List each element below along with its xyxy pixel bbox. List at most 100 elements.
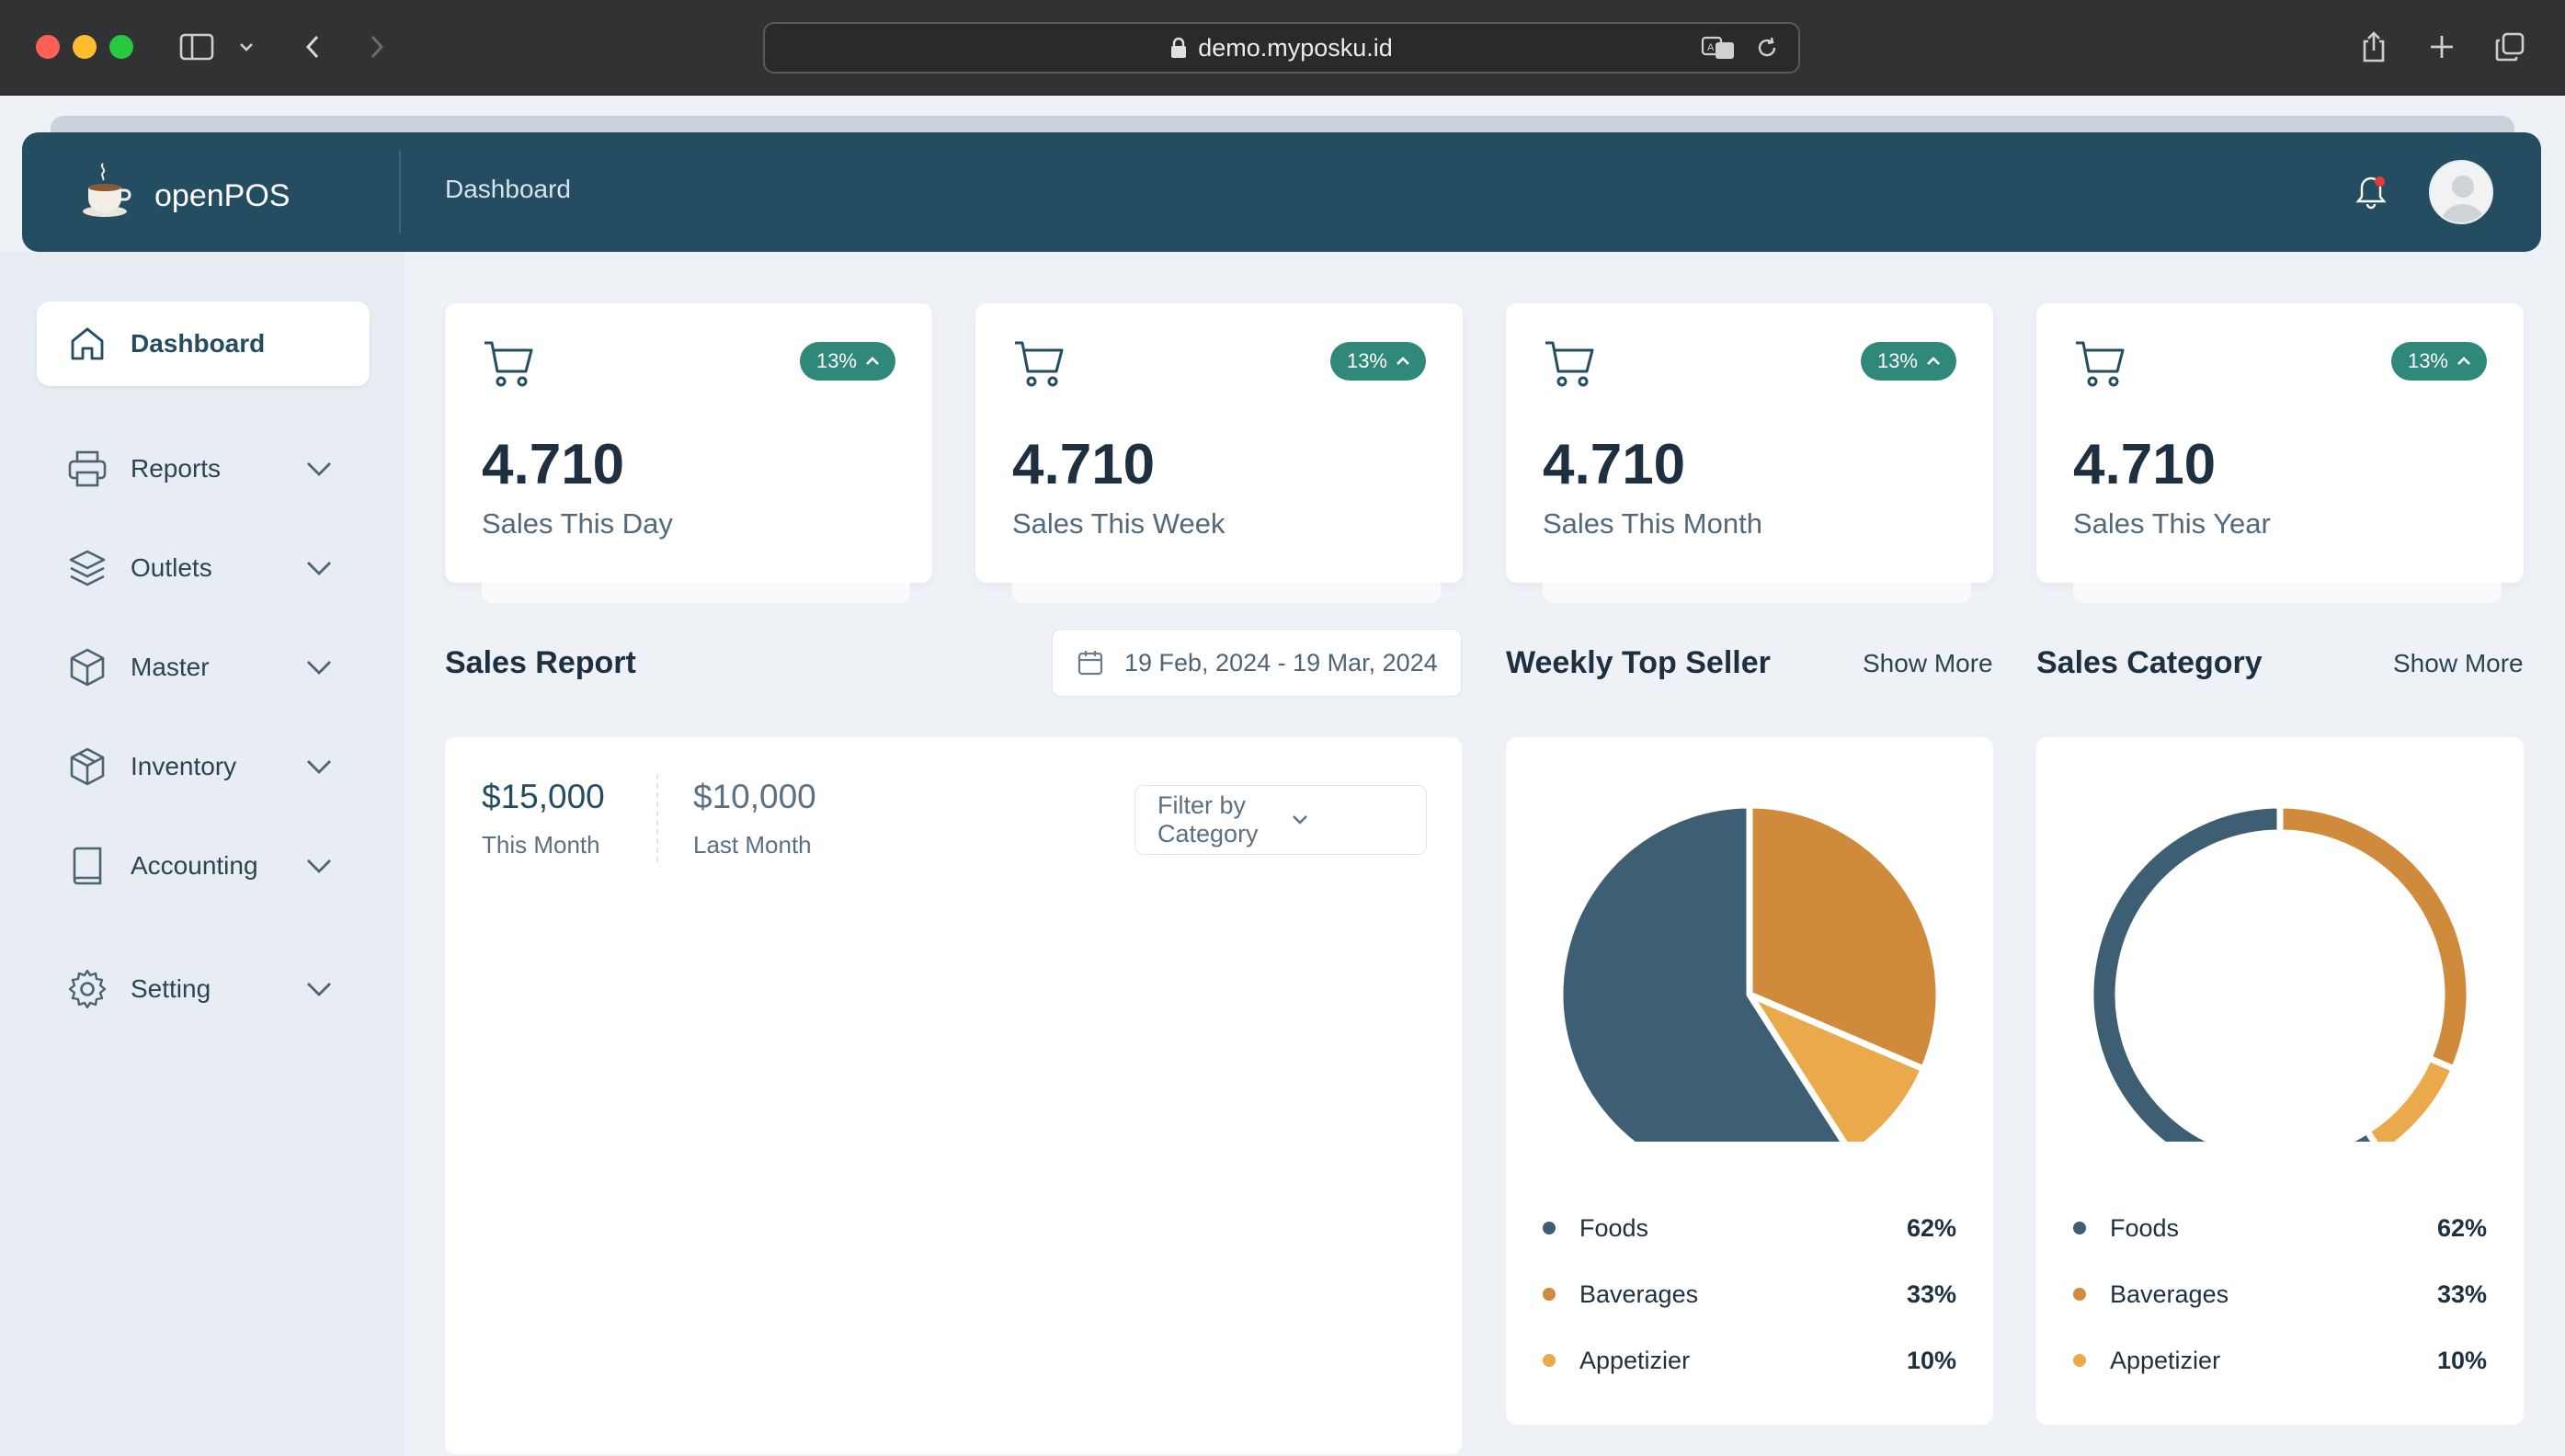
- date-range-text: 19 Feb, 2024 - 19 Mar, 2024: [1124, 648, 1438, 677]
- sales-category-donut-chart: [2087, 802, 2473, 1142]
- minimize-window-button[interactable]: [73, 35, 97, 59]
- legend-item: Appetizier 10%: [2073, 1342, 2487, 1379]
- chevron-up-icon: [2457, 357, 2470, 365]
- maximize-window-button[interactable]: [109, 35, 133, 59]
- badge-text: 13%: [1876, 349, 1918, 372]
- legend-label: Appetizier: [2110, 1346, 2221, 1374]
- stat-label: Sales This Month: [1543, 507, 1762, 540]
- sidebar-item-reports[interactable]: Reports: [37, 427, 370, 511]
- tab-overview-icon[interactable]: [2490, 26, 2530, 68]
- address-bar[interactable]: demo.myposku.id A: [763, 22, 1800, 74]
- reload-icon[interactable]: [1754, 35, 1780, 67]
- sidebar-item-inventory[interactable]: Inventory: [37, 724, 370, 809]
- legend-percent: 33%: [1906, 1280, 1956, 1308]
- sidebar-item-label: Setting: [131, 974, 211, 1003]
- chevron-down-icon: [1291, 814, 1402, 825]
- sidebar-item-setting[interactable]: Setting: [37, 947, 370, 1031]
- share-icon[interactable]: [2354, 26, 2394, 68]
- growth-badge: 13%: [1329, 342, 1426, 381]
- sales-category-show-more-link[interactable]: Show More: [2393, 649, 2524, 678]
- notification-button[interactable]: [2350, 171, 2392, 213]
- chevron-down-icon: [305, 461, 333, 477]
- stat-label: Sales This Year: [2073, 507, 2271, 540]
- layers-icon: [64, 545, 110, 591]
- user-avatar-icon: [2431, 162, 2491, 222]
- legend-dot-appetizier: [1543, 1354, 1556, 1367]
- legend-item: Baverages 33%: [1543, 1276, 1956, 1313]
- growth-badge: 13%: [799, 342, 895, 381]
- shopping-cart-icon: [482, 338, 537, 394]
- stat-value: 4.710: [1543, 433, 1686, 496]
- sidebar-item-accounting[interactable]: Accounting: [37, 824, 370, 908]
- stat-card-week: 13% 4.710 Sales This Week: [975, 303, 1463, 603]
- chevron-up-icon: [1396, 357, 1409, 365]
- new-tab-plus-icon[interactable]: [2422, 26, 2462, 68]
- chevron-up-icon: [866, 357, 879, 365]
- legend-dot-baverages: [1543, 1288, 1556, 1301]
- legend-percent: 62%: [2436, 1213, 2487, 1242]
- legend-item: Baverages 33%: [2073, 1276, 2487, 1313]
- avatar[interactable]: [2429, 160, 2493, 224]
- filter-by-category-dropdown[interactable]: Filter by Category: [1134, 785, 1427, 855]
- chevron-down-icon[interactable]: [235, 26, 257, 68]
- stat-label: Sales This Day: [482, 507, 673, 540]
- chevron-down-icon: [305, 560, 333, 576]
- legend-percent: 62%: [1906, 1213, 1956, 1242]
- sidebar-toggle-icon[interactable]: [177, 26, 217, 68]
- last-month-amount: $10,000: [693, 778, 816, 815]
- legend-percent: 33%: [2436, 1280, 2487, 1308]
- web-page: openPOS Dashboard Dashboard Reports Outl…: [0, 96, 2565, 1456]
- lock-icon: [1170, 37, 1187, 59]
- main-content: 13% 4.710 Sales This Day 13% 4.710 Sales…: [405, 252, 2565, 1456]
- legend-item: Appetizier 10%: [1543, 1342, 1956, 1379]
- growth-badge: 13%: [1860, 342, 1956, 381]
- sidebar-item-label: Accounting: [131, 851, 258, 880]
- date-range-picker[interactable]: 19 Feb, 2024 - 19 Mar, 2024: [1052, 629, 1462, 697]
- legend-label: Appetizier: [1579, 1346, 1691, 1374]
- brand[interactable]: openPOS: [77, 160, 290, 233]
- chevron-down-icon: [305, 758, 333, 775]
- sidebar: Dashboard Reports Outlets Master Invento…: [0, 252, 405, 1456]
- legend-label: Foods: [1579, 1213, 1649, 1242]
- sidebar-item-master[interactable]: Master: [37, 625, 370, 710]
- this-month-label: This Month: [482, 831, 600, 859]
- back-arrow-icon[interactable]: [294, 26, 331, 68]
- weekly-top-seller-show-more-link[interactable]: Show More: [1863, 649, 1993, 678]
- forward-arrow-icon[interactable]: [359, 26, 395, 68]
- sidebar-item-label: Outlets: [131, 553, 212, 582]
- sidebar-item-label: Master: [131, 653, 210, 681]
- calendar-icon: [1077, 649, 1104, 677]
- legend-item: Foods 62%: [1543, 1210, 1956, 1246]
- stat-value: 4.710: [2073, 433, 2217, 496]
- growth-badge: 13%: [2390, 342, 2487, 381]
- book-icon: [64, 843, 110, 889]
- badge-text: 13%: [1346, 349, 1387, 372]
- notification-dot: [2375, 176, 2385, 187]
- chevron-down-icon: [305, 858, 333, 874]
- translate-icon[interactable]: A: [1701, 35, 1738, 67]
- shopping-cart-icon: [1012, 338, 1067, 394]
- amount-divider: [656, 774, 658, 862]
- shopping-cart-icon: [1543, 338, 1598, 394]
- chevron-down-icon: [305, 659, 333, 676]
- legend-percent: 10%: [2436, 1346, 2487, 1374]
- chevron-down-icon: [305, 981, 333, 997]
- stat-value: 4.710: [482, 433, 625, 496]
- sidebar-item-outlets[interactable]: Outlets: [37, 526, 370, 610]
- app-header: openPOS Dashboard: [22, 132, 2541, 252]
- weekly-top-seller-title: Weekly Top Seller: [1506, 645, 1771, 680]
- sidebar-item-label: Reports: [131, 454, 222, 483]
- legend-dot-foods: [1543, 1222, 1556, 1234]
- stat-card-day: 13% 4.710 Sales This Day: [445, 303, 932, 603]
- page-title: Dashboard: [445, 175, 571, 203]
- weekly-top-seller-pie-chart: [1556, 802, 1943, 1142]
- gear-icon: [64, 966, 110, 1012]
- pie-slice-appetizier: [2364, 1054, 2457, 1142]
- badge-text: 13%: [2407, 349, 2448, 372]
- stat-value: 4.710: [1012, 433, 1156, 496]
- sidebar-item-dashboard[interactable]: Dashboard: [37, 301, 370, 386]
- brand-name: openPOS: [154, 178, 291, 213]
- close-window-button[interactable]: [36, 35, 60, 59]
- coffee-cup-logo-icon: [77, 160, 134, 233]
- package-icon: [64, 744, 110, 790]
